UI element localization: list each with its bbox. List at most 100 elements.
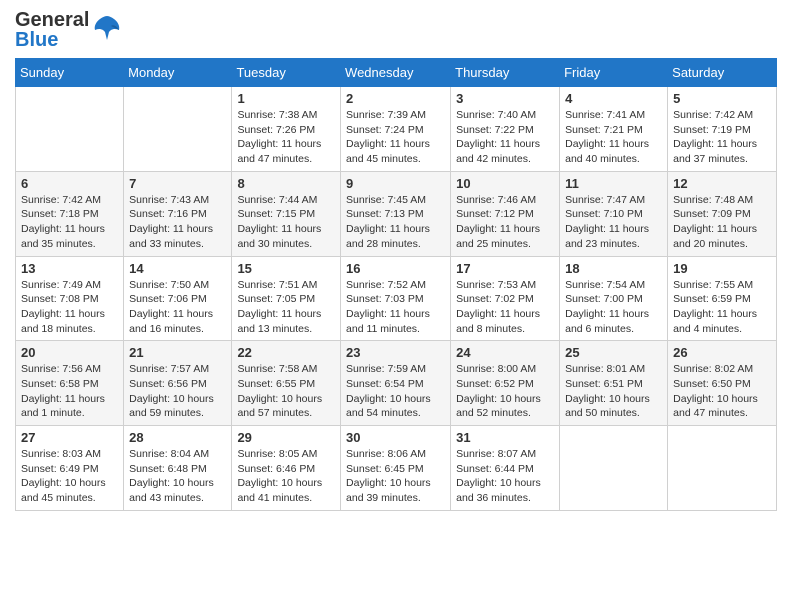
day-number: 29	[237, 430, 335, 445]
calendar-week-row: 1 Sunrise: 7:38 AM Sunset: 7:26 PM Daylig…	[16, 87, 777, 172]
calendar-cell: 17 Sunrise: 7:53 AM Sunset: 7:02 PM Dayli…	[451, 256, 560, 341]
day-info: Sunrise: 7:41 AM Sunset: 7:21 PM Dayligh…	[565, 108, 662, 167]
calendar-cell	[124, 87, 232, 172]
calendar-cell: 18 Sunrise: 7:54 AM Sunset: 7:00 PM Dayli…	[560, 256, 668, 341]
day-info: Sunrise: 7:54 AM Sunset: 7:00 PM Dayligh…	[565, 278, 662, 337]
calendar-cell: 5 Sunrise: 7:42 AM Sunset: 7:19 PM Daylig…	[668, 87, 777, 172]
day-number: 16	[346, 261, 445, 276]
day-number: 22	[237, 345, 335, 360]
day-info: Sunrise: 7:49 AM Sunset: 7:08 PM Dayligh…	[21, 278, 118, 337]
day-number: 20	[21, 345, 118, 360]
calendar-header: SundayMondayTuesdayWednesdayThursdayFrid…	[16, 59, 777, 87]
day-info: Sunrise: 7:40 AM Sunset: 7:22 PM Dayligh…	[456, 108, 554, 167]
calendar-cell: 7Sunrise: 7:43 AM Sunset: 7:16 PM Daylig…	[124, 171, 232, 256]
day-info: Sunrise: 7:59 AM Sunset: 6:54 PM Dayligh…	[346, 362, 445, 421]
day-info: Sunrise: 8:02 AM Sunset: 6:50 PM Dayligh…	[673, 362, 771, 421]
day-info: Sunrise: 8:06 AM Sunset: 6:45 PM Dayligh…	[346, 447, 445, 506]
day-of-week-header: Sunday	[16, 59, 124, 87]
day-info: Sunrise: 7:42 AM Sunset: 7:18 PM Dayligh…	[21, 193, 118, 252]
day-of-week-header: Saturday	[668, 59, 777, 87]
day-number: 5	[673, 91, 771, 106]
calendar-cell: 15 Sunrise: 7:51 AM Sunset: 7:05 PM Dayli…	[232, 256, 341, 341]
days-of-week-row: SundayMondayTuesdayWednesdayThursdayFrid…	[16, 59, 777, 87]
calendar-cell: 30 Sunrise: 8:06 AM Sunset: 6:45 PM Dayli…	[341, 426, 451, 511]
calendar-cell: 9 Sunrise: 7:45 AM Sunset: 7:13 PM Daylig…	[341, 171, 451, 256]
calendar-cell: 1 Sunrise: 7:38 AM Sunset: 7:26 PM Daylig…	[232, 87, 341, 172]
day-info: Sunrise: 7:50 AM Sunset: 7:06 PM Dayligh…	[129, 278, 226, 337]
day-number: 2	[346, 91, 445, 106]
calendar-week-row: 27Sunrise: 8:03 AM Sunset: 6:49 PM Dayli…	[16, 426, 777, 511]
calendar-cell: 14 Sunrise: 7:50 AM Sunset: 7:06 PM Dayli…	[124, 256, 232, 341]
day-number: 1	[237, 91, 335, 106]
day-number: 27	[21, 430, 118, 445]
day-number: 19	[673, 261, 771, 276]
day-info: Sunrise: 7:38 AM Sunset: 7:26 PM Dayligh…	[237, 108, 335, 167]
calendar-cell: 23Sunrise: 7:59 AM Sunset: 6:54 PM Dayli…	[341, 341, 451, 426]
calendar-week-row: 20Sunrise: 7:56 AM Sunset: 6:58 PM Dayli…	[16, 341, 777, 426]
calendar-cell: 2Sunrise: 7:39 AM Sunset: 7:24 PM Daylig…	[341, 87, 451, 172]
day-number: 17	[456, 261, 554, 276]
day-number: 6	[21, 176, 118, 191]
day-number: 11	[565, 176, 662, 191]
calendar-cell: 21 Sunrise: 7:57 AM Sunset: 6:56 PM Dayli…	[124, 341, 232, 426]
logo: General Blue	[15, 10, 123, 50]
day-info: Sunrise: 7:44 AM Sunset: 7:15 PM Dayligh…	[237, 193, 335, 252]
day-info: Sunrise: 8:04 AM Sunset: 6:48 PM Dayligh…	[129, 447, 226, 506]
day-of-week-header: Wednesday	[341, 59, 451, 87]
day-info: Sunrise: 7:48 AM Sunset: 7:09 PM Dayligh…	[673, 193, 771, 252]
calendar-cell: 27Sunrise: 8:03 AM Sunset: 6:49 PM Dayli…	[16, 426, 124, 511]
calendar-cell: 8 Sunrise: 7:44 AM Sunset: 7:15 PM Daylig…	[232, 171, 341, 256]
day-number: 10	[456, 176, 554, 191]
day-number: 25	[565, 345, 662, 360]
calendar-cell: 3 Sunrise: 7:40 AM Sunset: 7:22 PM Daylig…	[451, 87, 560, 172]
day-info: Sunrise: 8:05 AM Sunset: 6:46 PM Dayligh…	[237, 447, 335, 506]
calendar-cell: 24Sunrise: 8:00 AM Sunset: 6:52 PM Dayli…	[451, 341, 560, 426]
header: General Blue	[15, 10, 777, 50]
day-info: Sunrise: 7:51 AM Sunset: 7:05 PM Dayligh…	[237, 278, 335, 337]
day-number: 26	[673, 345, 771, 360]
day-info: Sunrise: 7:45 AM Sunset: 7:13 PM Dayligh…	[346, 193, 445, 252]
day-number: 3	[456, 91, 554, 106]
calendar-cell: 25 Sunrise: 8:01 AM Sunset: 6:51 PM Dayli…	[560, 341, 668, 426]
day-number: 28	[129, 430, 226, 445]
day-number: 30	[346, 430, 445, 445]
logo-bird-icon	[91, 12, 123, 44]
calendar-cell: 31 Sunrise: 8:07 AM Sunset: 6:44 PM Dayli…	[451, 426, 560, 511]
day-info: Sunrise: 7:47 AM Sunset: 7:10 PM Dayligh…	[565, 193, 662, 252]
calendar-cell: 19 Sunrise: 7:55 AM Sunset: 6:59 PM Dayli…	[668, 256, 777, 341]
day-info: Sunrise: 7:46 AM Sunset: 7:12 PM Dayligh…	[456, 193, 554, 252]
calendar-body: 1 Sunrise: 7:38 AM Sunset: 7:26 PM Daylig…	[16, 87, 777, 511]
day-number: 4	[565, 91, 662, 106]
calendar-cell: 20Sunrise: 7:56 AM Sunset: 6:58 PM Dayli…	[16, 341, 124, 426]
day-info: Sunrise: 7:53 AM Sunset: 7:02 PM Dayligh…	[456, 278, 554, 337]
page-container: General Blue SundayMondayTuesdayWednesda…	[0, 0, 792, 521]
calendar-week-row: 13 Sunrise: 7:49 AM Sunset: 7:08 PM Dayli…	[16, 256, 777, 341]
day-info: Sunrise: 7:57 AM Sunset: 6:56 PM Dayligh…	[129, 362, 226, 421]
calendar-cell	[560, 426, 668, 511]
day-number: 13	[21, 261, 118, 276]
day-number: 14	[129, 261, 226, 276]
day-number: 24	[456, 345, 554, 360]
day-info: Sunrise: 7:55 AM Sunset: 6:59 PM Dayligh…	[673, 278, 771, 337]
calendar-cell: 11 Sunrise: 7:47 AM Sunset: 7:10 PM Dayli…	[560, 171, 668, 256]
calendar: SundayMondayTuesdayWednesdayThursdayFrid…	[15, 58, 777, 511]
day-of-week-header: Tuesday	[232, 59, 341, 87]
day-number: 15	[237, 261, 335, 276]
calendar-cell: 29 Sunrise: 8:05 AM Sunset: 6:46 PM Dayli…	[232, 426, 341, 511]
day-info: Sunrise: 7:42 AM Sunset: 7:19 PM Dayligh…	[673, 108, 771, 167]
day-number: 8	[237, 176, 335, 191]
logo-blue-text: Blue	[15, 30, 89, 50]
day-info: Sunrise: 8:07 AM Sunset: 6:44 PM Dayligh…	[456, 447, 554, 506]
calendar-cell: 10 Sunrise: 7:46 AM Sunset: 7:12 PM Dayli…	[451, 171, 560, 256]
day-info: Sunrise: 8:01 AM Sunset: 6:51 PM Dayligh…	[565, 362, 662, 421]
day-info: Sunrise: 7:58 AM Sunset: 6:55 PM Dayligh…	[237, 362, 335, 421]
day-number: 21	[129, 345, 226, 360]
logo-general-text: General	[15, 10, 89, 30]
calendar-cell	[16, 87, 124, 172]
day-number: 18	[565, 261, 662, 276]
calendar-cell: 16Sunrise: 7:52 AM Sunset: 7:03 PM Dayli…	[341, 256, 451, 341]
day-number: 31	[456, 430, 554, 445]
day-info: Sunrise: 7:43 AM Sunset: 7:16 PM Dayligh…	[129, 193, 226, 252]
calendar-cell: 12Sunrise: 7:48 AM Sunset: 7:09 PM Dayli…	[668, 171, 777, 256]
day-number: 9	[346, 176, 445, 191]
